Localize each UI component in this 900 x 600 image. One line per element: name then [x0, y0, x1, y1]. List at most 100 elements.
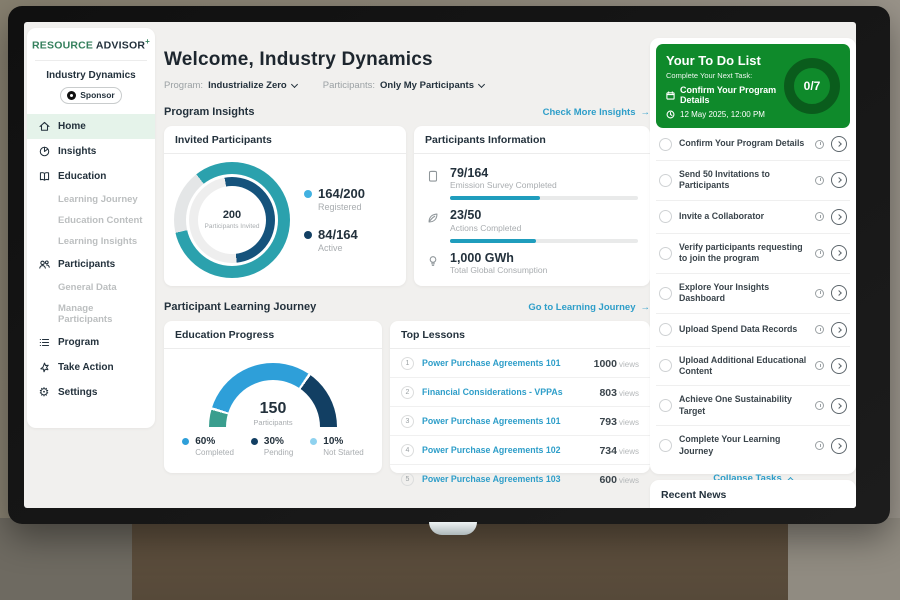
lesson-link[interactable]: Power Purchase Agreements 102	[422, 445, 591, 455]
sidebar-item-label: Take Action	[58, 362, 114, 373]
program-insights-header: Program Insights Check More Insights →	[164, 106, 650, 118]
legend-dot	[251, 438, 258, 445]
sidebar-item-label: Participants	[58, 259, 115, 270]
education-legend: 60% Completed 30% Pending	[164, 436, 382, 457]
todo-item-label: Complete Your Learning Journey	[679, 434, 808, 457]
insights-cards-row: Invited Participants 200 Participants In…	[164, 126, 650, 286]
main-content: Welcome, Industry Dynamics Program: Indu…	[164, 22, 650, 508]
chevron-right-button[interactable]	[831, 285, 847, 301]
sidebar-item-label: Settings	[58, 387, 97, 398]
chevron-right-button[interactable]	[831, 322, 847, 338]
todo-item[interactable]: Achieve One Sustainability Target	[656, 386, 850, 426]
stat-label: Actions Completed	[450, 223, 638, 233]
legend-dot	[310, 438, 317, 445]
brand-secondary: ADVISOR	[96, 40, 145, 52]
todo-checkbox[interactable]	[659, 247, 672, 260]
sidebar-item-learning-insights[interactable]: Learning Insights	[27, 231, 155, 252]
sidebar-item-take-action[interactable]: Take Action	[27, 355, 155, 380]
invited-legend: 164/200 Registered 84/164 Active	[304, 187, 365, 254]
sidebar-item-label: Program	[58, 337, 99, 348]
chevron-right-button[interactable]	[831, 209, 847, 225]
education-icon	[37, 169, 51, 183]
sidebar-item-manage-participants[interactable]: Manage Participants	[27, 298, 155, 330]
lesson-views: 734	[599, 445, 617, 457]
info-card-body: 79/164 Emission Survey Completed 23/50 A…	[414, 154, 650, 281]
chevron-right-button[interactable]	[831, 358, 847, 374]
monitor-bezel: RESOURCE ADVISOR+ Industry Dynamics Spon…	[8, 6, 890, 524]
todo-progress-ring: 0/7	[784, 58, 840, 114]
education-progress-card: Education Progress 150 Participants 60%	[164, 321, 382, 473]
todo-item[interactable]: Confirm Your Program Details	[656, 128, 850, 161]
program-filter-label: Program:	[164, 80, 203, 91]
todo-checkbox[interactable]	[659, 287, 672, 300]
todo-checkbox[interactable]	[659, 210, 672, 223]
lesson-link[interactable]: Power Purchase Agreements 101	[422, 358, 586, 368]
survey-icon	[426, 169, 441, 184]
insights-icon	[37, 144, 51, 158]
program-filter[interactable]: Program: Industrialize Zero	[164, 80, 297, 91]
todo-checkbox[interactable]	[659, 174, 672, 187]
todo-due-label: 12 May 2025, 12:00 PM	[680, 110, 765, 119]
views-word: views	[619, 447, 639, 456]
todo-checkbox[interactable]	[659, 323, 672, 336]
todo-list: Confirm Your Program Details Send 50 Inv…	[656, 128, 850, 465]
check-more-insights-link[interactable]: Check More Insights →	[543, 107, 650, 118]
participants-filter[interactable]: Participants: Only My Participants	[323, 80, 484, 91]
todo-item-label: Confirm Your Program Details	[679, 138, 808, 149]
todo-checkbox[interactable]	[659, 399, 672, 412]
chevron-right-button[interactable]	[831, 398, 847, 414]
sidebar-item-participants[interactable]: Participants	[27, 252, 155, 277]
sponsor-badge[interactable]: Sponsor	[60, 87, 122, 104]
clock-icon	[666, 110, 675, 119]
lesson-link[interactable]: Power Purchase Agreements 103	[422, 474, 591, 484]
sidebar-item-insights[interactable]: Insights	[27, 139, 155, 164]
chevron-right-button[interactable]	[831, 438, 847, 454]
filter-row: Program: Industrialize Zero Participants…	[164, 80, 650, 91]
background-desk-right	[788, 518, 900, 600]
stat-label: Total Global Consumption	[450, 265, 547, 275]
sidebar-item-learning-journey[interactable]: Learning Journey	[27, 189, 155, 210]
org-name: Industry Dynamics	[27, 70, 155, 81]
chevron-right-button[interactable]	[831, 136, 847, 152]
todo-item[interactable]: Upload Spend Data Records	[656, 314, 850, 347]
sidebar-item-home[interactable]: Home	[27, 114, 155, 139]
settings-icon: ⚙	[37, 385, 51, 399]
sidebar-item-education-content[interactable]: Education Content	[27, 210, 155, 231]
todo-item[interactable]: Invite a Collaborator	[656, 201, 850, 234]
legend-dot	[182, 438, 189, 445]
sidebar-item-label: Insights	[58, 146, 96, 157]
todo-checkbox[interactable]	[659, 359, 672, 372]
todo-checkbox[interactable]	[659, 439, 672, 452]
calendar-icon	[666, 91, 675, 100]
program-filter-value: Industrialize Zero	[208, 80, 287, 91]
todo-item[interactable]: Verify participants requesting to join t…	[656, 234, 850, 274]
todo-item[interactable]: Upload Additional Educational Content	[656, 347, 850, 387]
sidebar-item-settings[interactable]: ⚙ Settings	[27, 380, 155, 405]
legend-dot	[304, 190, 312, 198]
sidebar-nav: Home Insights Education Learning Journey…	[27, 114, 155, 405]
lesson-link[interactable]: Financial Considerations - VPPAs	[422, 387, 591, 397]
todo-item[interactable]: Send 50 Invitations to Participants	[656, 161, 850, 201]
todo-item-label: Verify participants requesting to join t…	[679, 242, 808, 265]
views-word: views	[619, 476, 639, 485]
views-word: views	[619, 360, 639, 369]
legend-label: Pending	[264, 448, 293, 457]
chevron-right-button[interactable]	[831, 172, 847, 188]
sidebar-item-general-data[interactable]: General Data	[27, 277, 155, 298]
home-icon	[37, 119, 51, 133]
todo-checkbox[interactable]	[659, 138, 672, 151]
go-to-learning-journey-link[interactable]: Go to Learning Journey →	[528, 302, 650, 313]
sidebar-item-program[interactable]: Program	[27, 330, 155, 355]
sidebar-item-education[interactable]: Education	[27, 164, 155, 189]
todo-item[interactable]: Explore Your Insights Dashboard	[656, 274, 850, 314]
lesson-link[interactable]: Power Purchase Agreements 101	[422, 416, 591, 426]
bulb-icon	[426, 254, 441, 269]
lesson-views: 1000	[594, 358, 617, 370]
legend-value: 30%	[264, 436, 293, 447]
chevron-right-button[interactable]	[831, 245, 847, 261]
todo-item-label: Invite a Collaborator	[679, 211, 808, 222]
todo-item[interactable]: Complete Your Learning Journey	[656, 426, 850, 465]
legend-item: 60% Completed	[182, 436, 234, 457]
chevron-down-icon	[291, 80, 298, 87]
legend-label: Completed	[195, 448, 234, 457]
